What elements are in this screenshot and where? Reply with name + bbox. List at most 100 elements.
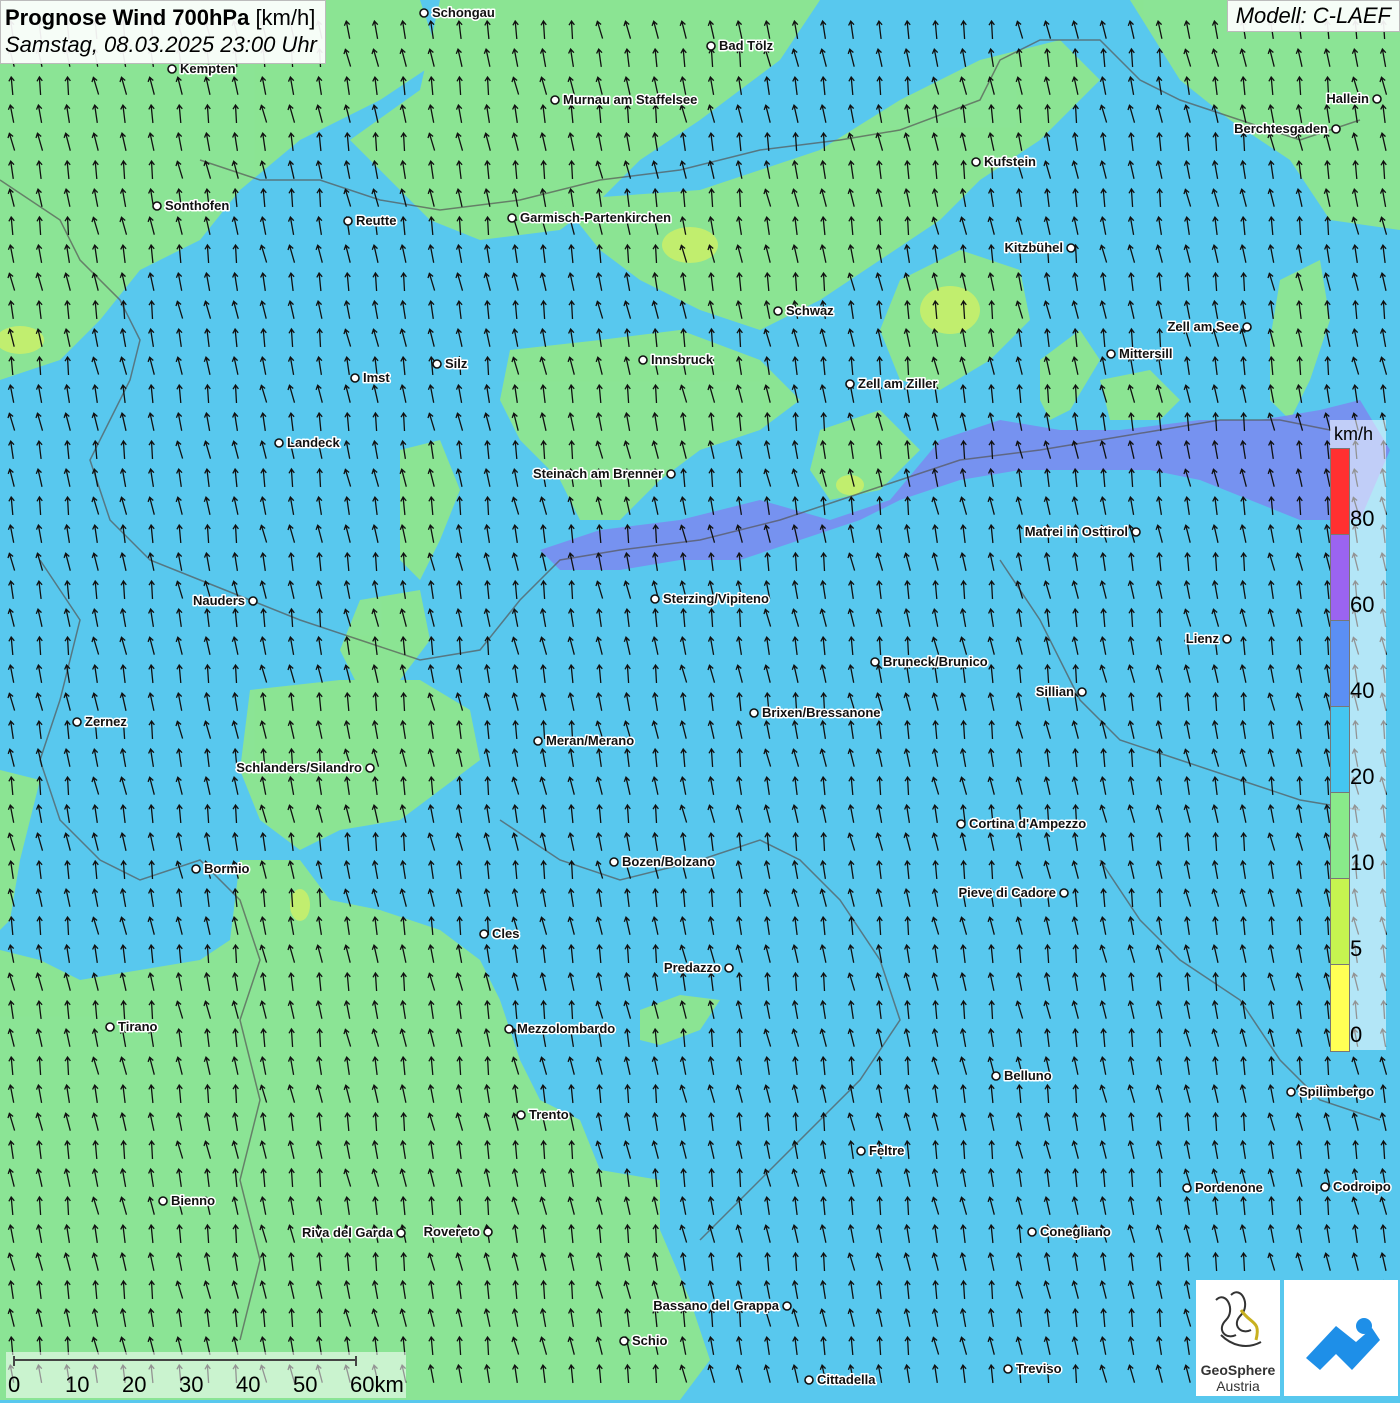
city-label: Zell am See <box>1167 319 1239 334</box>
scale-label: 10 <box>65 1372 90 1397</box>
city-label: Mezzolombardo <box>517 1021 615 1036</box>
city-dot-icon <box>856 1146 866 1156</box>
city-marker[interactable]: Matrei in Osttirol <box>1023 523 1141 541</box>
city-label: Nauders <box>193 593 245 608</box>
legend-color-segment <box>1330 792 1350 880</box>
scale-label: 0 <box>8 1372 21 1397</box>
city-dot-icon <box>158 1196 168 1206</box>
scale-label: 40 <box>236 1372 261 1397</box>
city-marker[interactable]: Bozen/Bolzano <box>609 853 717 871</box>
city-label: Sonthofen <box>165 198 229 213</box>
city-dot-icon <box>507 213 517 223</box>
map-title-main: Prognose Wind 700hPa <box>5 5 250 30</box>
legend-tick-label: 0 <box>1350 1022 1363 1047</box>
city-dot-icon <box>516 1110 526 1120</box>
city-dot-icon <box>248 596 258 606</box>
city-label: Belluno <box>1004 1068 1052 1083</box>
city-label: Kitzbühel <box>1005 240 1064 255</box>
city-label: Bormio <box>204 861 250 876</box>
city-dot-icon <box>432 359 442 369</box>
city-dot-icon <box>619 1336 629 1346</box>
city-label: Garmisch-Partenkirchen <box>520 210 671 225</box>
city-label: Sillian <box>1036 684 1074 699</box>
legend-color-segment <box>1330 964 1350 1052</box>
city-marker[interactable]: Riva del Garda <box>300 1224 406 1242</box>
scale-label: 20 <box>122 1372 147 1397</box>
legend-tick-label: 80 <box>1350 506 1375 531</box>
city-label: Codroipo <box>1333 1179 1391 1194</box>
city-dot-icon <box>533 736 543 746</box>
city-dot-icon <box>1066 243 1076 253</box>
city-label: Schongau <box>432 5 495 20</box>
title-box: Prognose Wind 700hPa [km/h] Samstag, 08.… <box>0 0 326 64</box>
city-marker[interactable]: Pordenone <box>1182 1179 1264 1197</box>
city-dot-icon <box>1331 124 1341 134</box>
city-dot-icon <box>479 929 489 939</box>
city-dot-icon <box>991 1071 1001 1081</box>
city-marker[interactable]: Conegliano <box>1027 1223 1112 1241</box>
city-dot-icon <box>870 657 880 667</box>
city-label: Hallein <box>1326 91 1369 106</box>
geosphere-emblem-icon <box>1215 1291 1262 1347</box>
city-label: Silz <box>445 356 468 371</box>
city-dot-icon <box>191 864 201 874</box>
map-title: Prognose Wind 700hPa [km/h] <box>5 5 317 31</box>
city-label: Mittersill <box>1119 346 1172 361</box>
city-dot-icon <box>504 1024 514 1034</box>
legend-color-segment <box>1330 878 1350 966</box>
city-dot-icon <box>724 963 734 973</box>
city-label: Zernez <box>85 714 127 729</box>
city-marker[interactable]: Meran/Merano <box>533 732 636 750</box>
city-dot-icon <box>350 373 360 383</box>
city-marker[interactable]: Berchtesgaden <box>1233 120 1341 138</box>
city-marker[interactable]: Spilimbergo <box>1286 1083 1376 1101</box>
city-label: Zell am Ziller <box>858 376 937 391</box>
city-marker[interactable]: Mezzolombardo <box>504 1020 617 1038</box>
weather-app-logo[interactable] <box>1284 1280 1398 1396</box>
city-dot-icon <box>167 64 177 74</box>
cloud-arrow-icon <box>1306 1318 1380 1370</box>
geosphere-logo[interactable]: GeoSphere Austria <box>1196 1280 1280 1396</box>
wind-map[interactable]: SchongauBad TölzKemptenMurnau am Staffel… <box>0 0 1400 1400</box>
city-marker[interactable]: Zell am Ziller <box>845 375 939 393</box>
city-marker[interactable]: Bruneck/Brunico <box>870 653 989 671</box>
city-dot-icon <box>609 857 619 867</box>
city-dot-icon <box>706 41 716 51</box>
legend-color-segment <box>1330 706 1350 794</box>
city-marker[interactable]: Garmisch-Partenkirchen <box>507 209 673 227</box>
city-label: Sterzing/Vipiteno <box>663 591 769 606</box>
city-marker[interactable]: Sterzing/Vipiteno <box>650 590 770 608</box>
city-marker[interactable]: Steinach am Brenner <box>531 465 676 483</box>
city-label: Treviso <box>1016 1361 1062 1376</box>
city-label: Brixen/Bressanone <box>762 705 881 720</box>
city-label: Cortina d'Ampezzo <box>969 816 1086 831</box>
city-marker[interactable]: Murnau am Staffelsee <box>550 91 699 109</box>
city-dot-icon <box>419 8 429 18</box>
city-marker[interactable]: Zell am See <box>1166 318 1252 336</box>
legend-color-segment <box>1330 534 1350 622</box>
legend-unit: km/h <box>1334 424 1374 444</box>
city-label: Rovereto <box>424 1224 480 1239</box>
city-dot-icon <box>550 95 560 105</box>
city-label: Bassano del Grappa <box>653 1298 779 1313</box>
city-marker[interactable]: Sonthofen <box>152 197 231 215</box>
city-label: Bienno <box>171 1193 215 1208</box>
city-dot-icon <box>1106 349 1116 359</box>
city-label: Bozen/Bolzano <box>622 854 715 869</box>
city-dot-icon <box>845 379 855 389</box>
city-dot-icon <box>105 1022 115 1032</box>
city-label: Reutte <box>356 213 396 228</box>
city-marker[interactable]: Brixen/Bressanone <box>749 704 882 722</box>
city-marker[interactable]: Pieve di Cadore <box>957 884 1069 902</box>
city-marker[interactable]: Innsbruck <box>638 351 715 369</box>
city-label: Cittadella <box>817 1372 876 1387</box>
city-marker[interactable]: Schlanders/Silandro <box>235 759 375 777</box>
city-marker[interactable]: Cortina d'Ampezzo <box>956 815 1088 833</box>
city-label: Berchtesgaden <box>1234 121 1328 136</box>
city-marker[interactable]: Bassano del Grappa <box>652 1297 792 1315</box>
city-marker[interactable]: Schongau <box>419 4 496 22</box>
city-dot-icon <box>1182 1183 1192 1193</box>
legend-color-segment <box>1330 620 1350 708</box>
city-dot-icon <box>1131 527 1141 537</box>
legend-tick-label: 5 <box>1350 936 1363 961</box>
